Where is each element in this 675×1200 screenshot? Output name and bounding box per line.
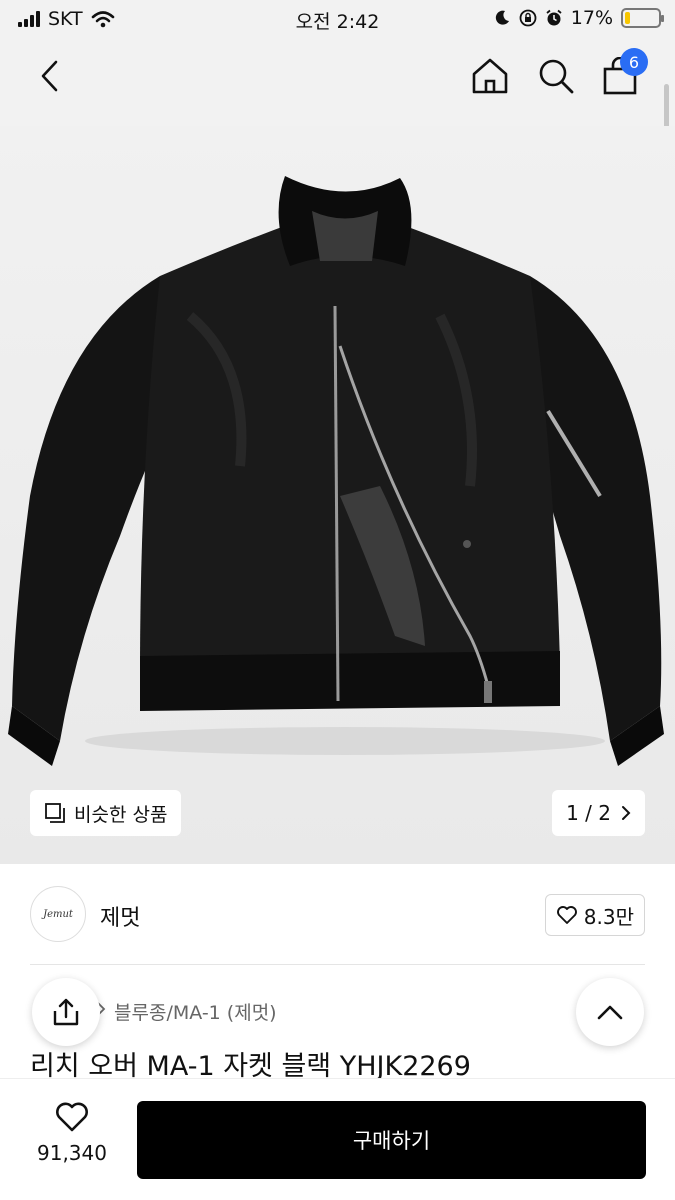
home-icon bbox=[472, 58, 508, 94]
rotation-lock-icon bbox=[519, 9, 537, 27]
chevron-right-icon bbox=[622, 806, 631, 820]
similar-products-label: 비슷한 상품 bbox=[74, 803, 168, 826]
moon-icon bbox=[495, 10, 509, 25]
share-button[interactable] bbox=[32, 978, 100, 1046]
divider bbox=[30, 964, 645, 965]
product-image-carousel[interactable]: 비슷한 상품 1 / 2 bbox=[0, 126, 675, 864]
image-pager[interactable]: 1 / 2 bbox=[552, 790, 645, 836]
category-breadcrumb[interactable]: 블루종/MA-1 (제멋) bbox=[96, 998, 277, 1025]
wishlist-button[interactable]: 91,340 bbox=[26, 1101, 118, 1165]
battery-icon bbox=[621, 8, 664, 28]
brand-logo[interactable]: Jemut bbox=[30, 886, 86, 942]
cart-button[interactable]: 6 bbox=[598, 48, 648, 98]
chevron-up-icon bbox=[597, 1005, 623, 1020]
alarm-icon bbox=[546, 9, 562, 26]
pager-text: 1 / 2 bbox=[566, 801, 611, 825]
heart-icon bbox=[56, 1102, 88, 1132]
top-nav: 6 bbox=[0, 40, 675, 150]
bottom-action-bar: 91,340 구매하기 bbox=[0, 1078, 675, 1200]
search-button[interactable] bbox=[534, 54, 578, 98]
similar-items-icon bbox=[45, 803, 65, 823]
brand-name[interactable]: 제멋 bbox=[100, 900, 140, 932]
share-icon bbox=[53, 998, 79, 1026]
chevron-left-icon bbox=[41, 60, 58, 92]
search-icon bbox=[539, 59, 574, 94]
category-label: 블루종/MA-1 (제멋) bbox=[114, 1002, 277, 1024]
back-button[interactable] bbox=[28, 54, 72, 98]
battery-percent: 17% bbox=[570, 7, 613, 29]
heart-icon bbox=[556, 906, 577, 924]
scroll-top-button[interactable] bbox=[576, 978, 644, 1046]
buy-button[interactable]: 구매하기 bbox=[137, 1101, 646, 1179]
cart-count-badge: 6 bbox=[620, 48, 648, 76]
status-bar: SKT 오전 2:42 17% bbox=[0, 0, 675, 40]
product-image bbox=[8, 176, 664, 766]
brand-row: Jemut 제멋 8.3만 bbox=[0, 864, 675, 966]
home-button[interactable] bbox=[468, 54, 512, 98]
wishlist-count: 91,340 bbox=[37, 1141, 107, 1165]
brand-like-count: 8.3만 bbox=[583, 904, 634, 929]
similar-products-button[interactable]: 비슷한 상품 bbox=[30, 790, 182, 836]
brand-like-button[interactable]: 8.3만 bbox=[544, 894, 645, 936]
